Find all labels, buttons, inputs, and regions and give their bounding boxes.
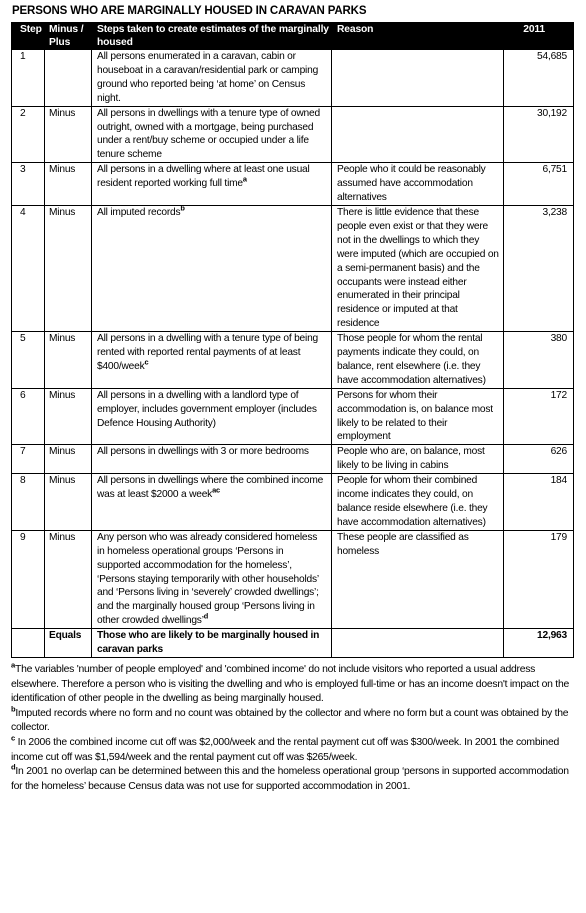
cell-steps_taken: All persons in a dwelling where at least… bbox=[91, 162, 332, 206]
footnote-marker: d bbox=[203, 611, 209, 621]
table-row: 3 Minus All persons in a dwelling where at… bbox=[11, 162, 574, 206]
page-title: PERSONS WHO ARE MARGINALLY HOUSED IN CAR… bbox=[12, 5, 367, 17]
footnote-text: Imputed records where no form and no cou… bbox=[11, 707, 569, 734]
cell-year: 54,685 bbox=[503, 49, 574, 107]
header-year: 2011 bbox=[503, 22, 574, 50]
footnote: c In 2006 the combined income cut off wa… bbox=[11, 734, 575, 765]
cell-reason: These people are classified as homeless bbox=[331, 529, 504, 630]
table-row: 5 Minus All persons in a dwelling with a t… bbox=[11, 331, 574, 389]
cell-sign: Minus bbox=[44, 444, 92, 475]
cell-step: 8 bbox=[11, 473, 45, 531]
table-row: 8 Minus All persons in dwellings where the… bbox=[11, 473, 574, 531]
cell-year: 6,751 bbox=[503, 162, 574, 206]
cell-year: 626 bbox=[503, 444, 574, 475]
table-row: 6 Minus All persons in a dwelling with a l… bbox=[11, 387, 574, 446]
cell-sign bbox=[44, 49, 92, 107]
cell-reason: Persons for whom their accommodation is,… bbox=[331, 387, 504, 446]
table-row: 1 All persons enumerated in a caravan, ca… bbox=[11, 49, 574, 107]
cell-sign: Minus bbox=[44, 162, 92, 206]
header-reason: Reason bbox=[331, 22, 504, 50]
cell-step: 4 bbox=[11, 204, 45, 333]
table-row: Equals Those who are likely to be margina… bbox=[11, 628, 574, 658]
cell-year: 172 bbox=[503, 387, 574, 446]
cell-steps_taken: All persons enumerated in a caravan, cab… bbox=[91, 49, 332, 107]
footnote-marker: ac bbox=[212, 485, 220, 495]
footnote-marker: b bbox=[180, 203, 185, 213]
cell-step: 2 bbox=[11, 105, 45, 164]
cell-sign: Equals bbox=[44, 628, 92, 658]
cell-step: 3 bbox=[11, 162, 45, 206]
footnote-marker: c bbox=[144, 357, 149, 367]
cell-steps_taken: All imputed recordsb bbox=[91, 203, 332, 333]
document-page: PERSONS WHO ARE MARGINALLY HOUSED IN CAR… bbox=[0, 0, 586, 913]
cell-steps_taken: All persons in a dwelling with a landlor… bbox=[91, 387, 332, 446]
footnote: aThe variables 'number of people employe… bbox=[11, 661, 575, 707]
footnote: dIn 2001 no overlap can be determined be… bbox=[11, 763, 575, 794]
footnote-text: The variables 'number of people employed… bbox=[11, 663, 570, 705]
header-step: Step bbox=[11, 22, 45, 50]
cell-sign: Minus bbox=[44, 105, 92, 164]
cell-year: 12,963 bbox=[503, 628, 574, 658]
cell-sign: Minus bbox=[44, 387, 92, 446]
cell-reason: People who are, on balance, most likely … bbox=[331, 444, 504, 475]
cell-year: 184 bbox=[503, 473, 574, 531]
cell-steps_taken: Any person who was already considered ho… bbox=[91, 529, 332, 630]
cell-step: 9 bbox=[11, 529, 45, 630]
cell-year: 179 bbox=[503, 529, 574, 630]
marginally-housed-table: Step Minus / Plus Steps taken to create … bbox=[11, 22, 574, 658]
cell-steps_taken: All persons in dwellings with a tenure t… bbox=[91, 105, 332, 164]
cell-reason bbox=[331, 628, 504, 658]
footnote: bImputed records where no form and no co… bbox=[11, 705, 575, 736]
footnotes-block: aThe variables 'number of people employe… bbox=[11, 661, 575, 794]
footnote-text: In 2001 no overlap can be determined bet… bbox=[11, 766, 569, 792]
cell-step: 5 bbox=[11, 331, 45, 389]
header-steps-taken: Steps taken to create estimates of the m… bbox=[91, 22, 332, 50]
cell-reason bbox=[331, 49, 504, 107]
cell-year: 380 bbox=[503, 331, 574, 389]
cell-step: 1 bbox=[11, 49, 45, 107]
footnote-marker: a bbox=[242, 174, 247, 184]
cell-reason: There is little evidence that these peop… bbox=[331, 204, 504, 333]
cell-step: 7 bbox=[11, 444, 45, 475]
table-row: 9 Minus Any person who was already conside… bbox=[11, 529, 574, 630]
cell-steps_taken: All persons in dwellings where the combi… bbox=[91, 473, 332, 531]
footnote-text: In 2006 the combined income cut off was … bbox=[11, 736, 560, 763]
cell-reason bbox=[331, 105, 504, 164]
cell-sign: Minus bbox=[44, 529, 92, 630]
cell-year: 30,192 bbox=[503, 105, 574, 164]
cell-year: 3,238 bbox=[503, 204, 574, 333]
cell-sign: Minus bbox=[44, 473, 92, 531]
cell-steps_taken: Those who are likely to be marginally ho… bbox=[91, 628, 332, 658]
cell-step bbox=[11, 628, 45, 658]
table-row: 7 Minus All persons in dwellings with 3 or… bbox=[11, 444, 574, 475]
table-header-row: Step Minus / Plus Steps taken to create … bbox=[11, 22, 574, 50]
cell-steps_taken: All persons in dwellings with 3 or more … bbox=[91, 444, 332, 475]
header-minus-plus: Minus / Plus bbox=[44, 22, 92, 50]
cell-steps_taken: All persons in a dwelling with a tenure … bbox=[91, 331, 332, 389]
cell-reason: People who it could be reasonably assume… bbox=[331, 162, 504, 206]
cell-reason: People for whom their combined income in… bbox=[331, 473, 504, 531]
cell-step: 6 bbox=[11, 387, 45, 446]
table-body: Step Minus / Plus Steps taken to create … bbox=[11, 22, 574, 658]
cell-sign: Minus bbox=[44, 331, 92, 389]
cell-sign: Minus bbox=[44, 204, 92, 333]
cell-reason: Those people for whom the rental payment… bbox=[331, 331, 504, 389]
table-row: 4 Minus All imputed recordsb There is littl… bbox=[11, 203, 574, 333]
table-row: 2 Minus All persons in dwellings with a te… bbox=[11, 105, 574, 164]
